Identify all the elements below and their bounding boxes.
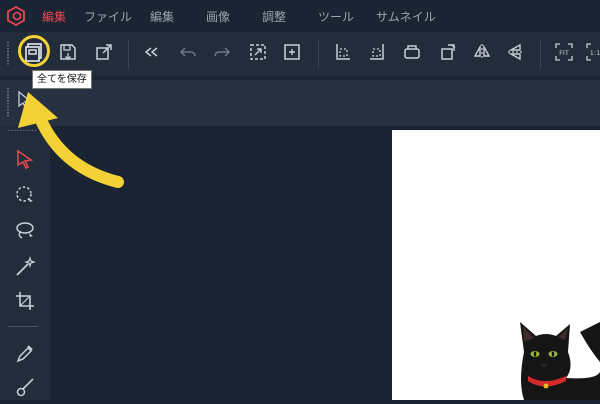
flip-horizontal-button[interactable] [468, 40, 496, 68]
menu-image[interactable]: 画像 [206, 8, 230, 25]
actual-size-button[interactable]: 1:1 [584, 40, 600, 68]
ellipse-select-icon [14, 184, 36, 210]
svg-text:1:1: 1:1 [590, 49, 600, 57]
menu-file[interactable]: ファイル [84, 8, 132, 25]
redo-button[interactable] [208, 40, 236, 68]
panel-divider [8, 326, 38, 327]
tool-panel [0, 126, 50, 400]
magic-wand-tool-button[interactable] [12, 256, 38, 282]
black-cat-image [510, 312, 600, 404]
rotate-free-button[interactable] [434, 40, 462, 68]
marquee-tool-button[interactable] [12, 184, 38, 210]
eyedropper-icon [14, 342, 36, 368]
brush-tool-button[interactable] [12, 376, 38, 402]
canvas-size-button[interactable] [278, 40, 306, 68]
toolbar-grip[interactable] [7, 42, 9, 66]
pointer-arrow-icon [14, 148, 36, 174]
save-button[interactable] [54, 40, 82, 68]
toolbar-divider [540, 40, 541, 68]
rotate-icon [401, 41, 423, 67]
select-tool-button[interactable] [12, 148, 38, 174]
brush-icon [14, 376, 36, 402]
toolbar-divider [318, 40, 319, 68]
crop-left-button[interactable] [328, 40, 356, 68]
undo-all-button[interactable] [138, 40, 166, 68]
crop-right-button[interactable] [364, 40, 392, 68]
rotate-free-icon [437, 41, 459, 67]
panel-grip[interactable] [8, 130, 38, 131]
save-icon [57, 41, 79, 67]
menu-edit[interactable]: 編集 [150, 8, 174, 25]
menu-bar: 編集 ファイル 編集 画像 調整 ツール サムネイル [0, 0, 600, 32]
resize-icon [247, 41, 269, 67]
rotate-button[interactable] [398, 40, 426, 68]
menu-thumbnail[interactable]: サムネイル [376, 8, 436, 25]
menu-tools[interactable]: ツール [318, 8, 354, 25]
export-icon [93, 41, 115, 67]
flip-horizontal-icon [471, 41, 493, 67]
select-arrow-icon [16, 90, 34, 114]
lasso-tool-button[interactable] [12, 220, 38, 246]
resize-button[interactable] [244, 40, 272, 68]
flip-vertical-icon [505, 41, 527, 67]
flip-vertical-button[interactable] [502, 40, 530, 68]
magic-wand-icon [14, 256, 36, 282]
undo-button[interactable] [174, 40, 202, 68]
options-grip[interactable] [7, 88, 9, 118]
crop-tool-button[interactable] [12, 290, 38, 316]
crop-left-icon [331, 41, 353, 67]
canvas-icon [281, 41, 303, 67]
svg-text:FIT: FIT [559, 49, 569, 57]
crop-right-icon [367, 41, 389, 67]
redo-icon [211, 41, 233, 67]
crop-icon [14, 290, 36, 316]
app-menu-edit[interactable]: 編集 [42, 8, 66, 25]
fit-button[interactable]: FIT [550, 40, 578, 68]
eyedropper-tool-button[interactable] [12, 342, 38, 368]
image-canvas[interactable] [392, 130, 600, 400]
fit-icon: FIT [553, 41, 575, 67]
export-button[interactable] [90, 40, 118, 68]
toolbar-divider [128, 40, 129, 68]
menu-adjust[interactable]: 調整 [262, 8, 286, 25]
app-logo-icon [6, 5, 26, 27]
lasso-icon [14, 220, 36, 246]
undo-all-icon [141, 41, 163, 67]
save-all-tooltip: 全てを保存 [32, 70, 92, 89]
highlight-circle [18, 35, 50, 67]
undo-icon [177, 41, 199, 67]
actual-size-icon: 1:1 [584, 41, 600, 67]
